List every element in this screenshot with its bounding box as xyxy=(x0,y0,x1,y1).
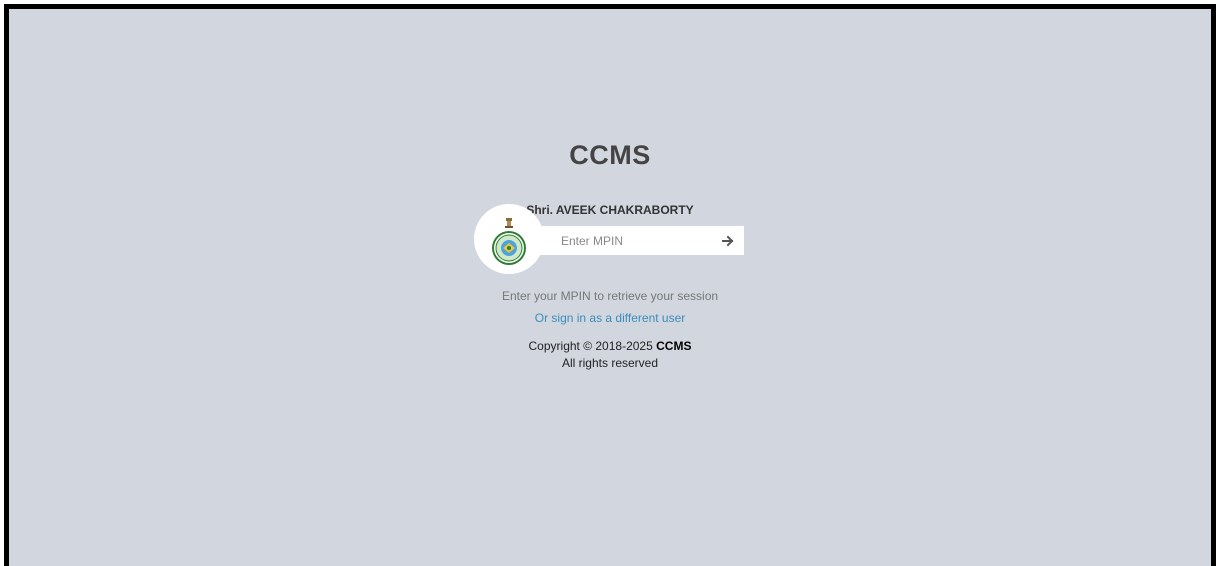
copyright-brand: CCMS xyxy=(656,339,692,353)
rights-line: All rights reserved xyxy=(561,356,659,370)
submit-button[interactable] xyxy=(712,226,744,255)
mpin-form xyxy=(532,226,744,255)
alt-signin-link[interactable]: Or sign in as a different user xyxy=(535,311,686,325)
footer: Copyright © 2018-2025 CCMS All rights re… xyxy=(9,338,1211,372)
alt-signin-wrapper: Or sign in as a different user xyxy=(9,311,1211,325)
lockscreen-item xyxy=(474,204,744,274)
copyright-prefix: Copyright © 2018-2025 xyxy=(528,339,653,353)
app-title: CCMS xyxy=(569,140,651,170)
lockscreen-frame: CCMS Shri. AVEEK CHAKRABORTY Enter your … xyxy=(4,4,1216,566)
copyright-line: Copyright © 2018-2025 CCMS xyxy=(9,338,1211,355)
help-text: Enter your MPIN to retrieve your session xyxy=(501,289,719,303)
arrow-right-icon xyxy=(722,235,734,246)
avatar xyxy=(474,204,544,274)
govt-emblem-icon xyxy=(492,218,526,265)
mpin-input[interactable] xyxy=(532,226,712,255)
